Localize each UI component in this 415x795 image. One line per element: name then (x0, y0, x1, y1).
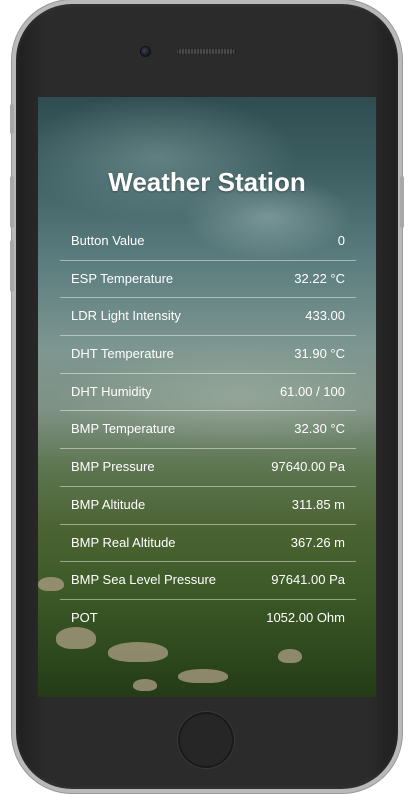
table-row: BMP Pressure 97640.00 Pa (60, 449, 356, 487)
table-row: LDR Light Intensity 433.00 (60, 298, 356, 337)
reading-label: POT (71, 609, 98, 625)
reading-value: 1052.00 Ohm (266, 609, 345, 625)
home-button[interactable] (178, 712, 234, 768)
table-row: BMP Real Altitude 367.26 m (60, 525, 356, 563)
reading-value: 31.90 °C (294, 346, 345, 362)
page-title: Weather Station (108, 167, 306, 197)
reading-value: 367.26 m (290, 534, 345, 550)
reading-value: 61.00 / 100 (279, 383, 345, 399)
table-row: DHT Temperature 31.90 °C (60, 336, 356, 374)
reading-value: 97641.00 Pa (271, 572, 345, 588)
side-button-volume-up (10, 176, 14, 228)
reading-label: BMP Temperature (71, 421, 176, 437)
background-rock (108, 642, 168, 662)
reading-label: LDR Light Intensity (71, 308, 181, 324)
reading-label: BMP Pressure (71, 459, 155, 475)
table-row: BMP Altitude 311.85 m (60, 487, 356, 525)
reading-value: 311.85 m (291, 496, 345, 512)
background-rock (178, 669, 228, 683)
background-rock (278, 649, 302, 663)
table-row: BMP Temperature 32.30 °C (60, 411, 356, 450)
reading-label: BMP Altitude (71, 496, 146, 512)
earpiece-speaker (176, 48, 236, 55)
front-camera-icon (141, 47, 150, 56)
reading-value: 32.22 °C (294, 270, 345, 286)
reading-label: BMP Sea Level Pressure (71, 572, 216, 588)
reading-value: 97640.00 Pa (271, 459, 345, 475)
reading-value: 433.00 (305, 308, 345, 324)
table-row: ESP Temperature 32.22 °C (60, 261, 356, 299)
side-button-power (400, 176, 404, 228)
readings-table: Button Value 0 ESP Temperature 32.22 °C … (60, 223, 356, 637)
reading-value: 32.30 °C (294, 421, 345, 437)
table-row: POT 1052.00 Ohm (60, 600, 356, 637)
screen: Weather Station Button Value 0 ESP Tempe… (38, 97, 376, 697)
reading-label: DHT Temperature (71, 346, 174, 362)
reading-value: 0 (337, 233, 345, 248)
side-button-volume-down (10, 240, 14, 292)
side-button-mute (10, 104, 14, 134)
reading-label: BMP Real Altitude (71, 534, 176, 550)
table-row: Button Value 0 (60, 223, 356, 261)
table-row: BMP Sea Level Pressure 97641.00 Pa (60, 562, 356, 600)
table-row: DHT Humidity 61.00 / 100 (60, 374, 356, 412)
reading-label: DHT Humidity (71, 383, 152, 399)
background-rock (133, 679, 157, 691)
reading-label: ESP Temperature (71, 270, 174, 286)
reading-label: Button Value (71, 233, 145, 248)
